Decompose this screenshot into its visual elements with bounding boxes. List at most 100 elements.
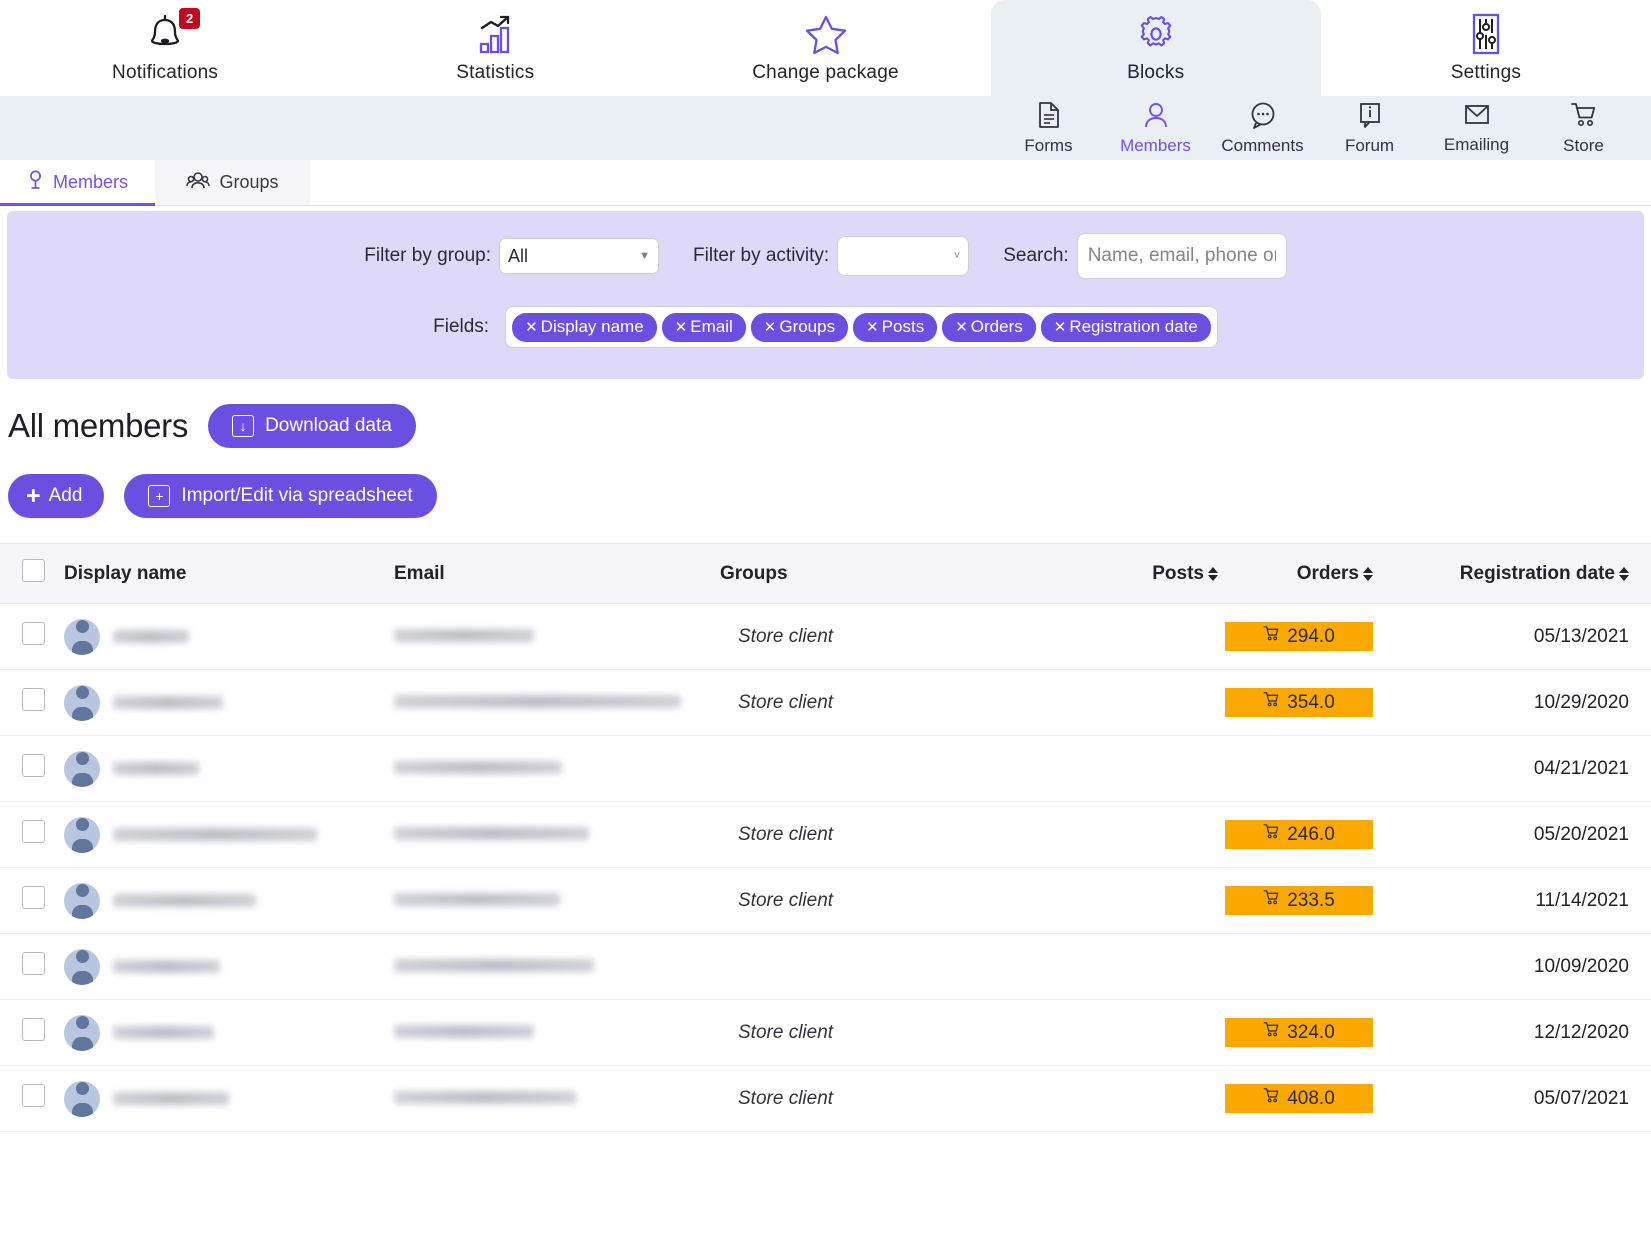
email-value bbox=[394, 1090, 576, 1104]
subnav-item-emailing[interactable]: Emailing bbox=[1423, 102, 1530, 155]
header-email[interactable]: Email bbox=[394, 543, 720, 604]
header-posts[interactable]: Posts bbox=[1090, 543, 1218, 604]
field-chip-groups[interactable]: ✕ Groups bbox=[750, 312, 849, 342]
cart-icon bbox=[1263, 625, 1280, 648]
header-registration-date[interactable]: Registration date bbox=[1373, 543, 1651, 604]
row-checkbox[interactable] bbox=[22, 754, 45, 777]
cell-orders bbox=[1218, 735, 1373, 802]
display-name-value bbox=[113, 828, 317, 841]
remove-chip-icon[interactable]: ✕ bbox=[866, 318, 879, 336]
subnav-item-forms[interactable]: Forms bbox=[995, 101, 1102, 156]
tab-groups[interactable]: Groups bbox=[155, 160, 310, 205]
row-checkbox[interactable] bbox=[22, 688, 45, 711]
row-checkbox[interactable] bbox=[22, 886, 45, 909]
cell-display-name bbox=[64, 867, 394, 934]
display-name-value bbox=[113, 960, 220, 973]
filter-by-group-select[interactable]: All ▼ bbox=[499, 238, 660, 274]
cell-groups: Store client bbox=[720, 1065, 1090, 1132]
download-data-button[interactable]: ↓ Download data bbox=[208, 404, 416, 448]
fields-label: Fields: bbox=[433, 316, 490, 337]
field-chip-posts[interactable]: ✕ Posts bbox=[853, 312, 938, 342]
cell-posts bbox=[1090, 933, 1218, 1000]
header-label: Posts bbox=[1152, 562, 1204, 584]
field-chip-email[interactable]: ✕ Email bbox=[661, 312, 746, 342]
field-chip-registration-date[interactable]: ✕ Registration date bbox=[1040, 312, 1211, 342]
row-checkbox[interactable] bbox=[22, 1084, 45, 1107]
topnav-item-statistics[interactable]: Statistics bbox=[330, 0, 660, 96]
add-button[interactable]: + Add bbox=[8, 474, 105, 518]
header-label: Groups bbox=[720, 562, 788, 584]
select-all-checkbox[interactable] bbox=[22, 559, 45, 582]
avatar bbox=[64, 882, 100, 919]
header-groups[interactable]: Groups bbox=[720, 543, 1090, 604]
remove-chip-icon[interactable]: ✕ bbox=[1054, 318, 1067, 336]
sort-arrows-icon[interactable] bbox=[1208, 566, 1218, 581]
sort-arrows-icon[interactable] bbox=[1619, 566, 1629, 581]
plus-icon: + bbox=[26, 481, 41, 510]
topnav-item-change-package[interactable]: Change package bbox=[660, 0, 990, 96]
remove-chip-icon[interactable]: ✕ bbox=[525, 318, 538, 336]
bell-icon: 2 bbox=[144, 8, 201, 56]
header-label: Registration date bbox=[1459, 562, 1615, 584]
table-row[interactable]: Store client 354.0 10/29/2020 bbox=[0, 669, 1651, 736]
subnav-label-emailing: Emailing bbox=[1443, 134, 1510, 154]
remove-chip-icon[interactable]: ✕ bbox=[675, 318, 688, 336]
search-input[interactable] bbox=[1076, 233, 1287, 279]
topnav-label-blocks: Blocks bbox=[1127, 62, 1185, 83]
row-checkbox[interactable] bbox=[22, 1018, 45, 1041]
subnav-item-comments[interactable]: Comments bbox=[1209, 101, 1316, 156]
cell-orders bbox=[1218, 933, 1373, 1000]
table-row[interactable]: 04/21/2021 bbox=[0, 735, 1651, 802]
cell-registration-date: 11/14/2021 bbox=[1373, 867, 1651, 934]
order-total-value: 354.0 bbox=[1287, 691, 1335, 713]
subnav-item-forum[interactable]: Forum bbox=[1316, 101, 1423, 156]
row-checkbox[interactable] bbox=[22, 952, 45, 975]
cell-groups: Store client bbox=[720, 999, 1090, 1066]
row-checkbox[interactable] bbox=[22, 820, 45, 843]
filter-by-activity-select[interactable]: ˅ bbox=[837, 236, 970, 276]
cell-display-name bbox=[64, 933, 394, 1000]
header-orders[interactable]: Orders bbox=[1218, 543, 1373, 604]
subnav-item-store[interactable]: Store bbox=[1530, 101, 1637, 156]
topnav-item-settings[interactable]: Settings bbox=[1321, 0, 1651, 96]
table-row[interactable]: 10/09/2020 bbox=[0, 933, 1651, 1000]
cell-orders: 294.0 bbox=[1218, 603, 1373, 670]
section-header: All members ↓ Download data bbox=[0, 379, 1651, 448]
table-row[interactable]: Store client 324.0 12/12/2020 bbox=[0, 999, 1651, 1066]
import-edit-spreadsheet-button[interactable]: + Import/Edit via spreadsheet bbox=[124, 474, 437, 518]
table-row[interactable]: Store client 246.0 05/20/2021 bbox=[0, 801, 1651, 868]
sort-arrows-icon[interactable] bbox=[1363, 566, 1373, 581]
topnav-item-blocks[interactable]: Blocks bbox=[990, 0, 1321, 96]
remove-chip-icon[interactable]: ✕ bbox=[955, 318, 968, 336]
header-display-name[interactable]: Display name bbox=[64, 543, 394, 604]
cell-email bbox=[394, 801, 720, 868]
subnav-label-comments: Comments bbox=[1221, 135, 1304, 155]
order-total-badge: 354.0 bbox=[1225, 688, 1373, 717]
avatar bbox=[64, 684, 100, 721]
table-row[interactable]: Store client 408.0 05/07/2021 bbox=[0, 1065, 1651, 1132]
order-total-value: 246.0 bbox=[1287, 823, 1335, 845]
field-chip-orders[interactable]: ✕ Orders bbox=[942, 312, 1036, 342]
table-row[interactable]: Store client 233.5 11/14/2021 bbox=[0, 867, 1651, 934]
cell-groups: Store client bbox=[720, 603, 1090, 670]
subnav-item-members[interactable]: Members bbox=[1102, 101, 1209, 156]
row-checkbox[interactable] bbox=[22, 622, 45, 645]
cell-display-name bbox=[64, 669, 394, 736]
order-total-badge: 408.0 bbox=[1225, 1084, 1373, 1113]
tab-members[interactable]: Members bbox=[0, 160, 155, 206]
header-label: Display name bbox=[64, 562, 187, 584]
cell-groups: Store client bbox=[720, 801, 1090, 868]
select-all-header bbox=[0, 543, 64, 604]
topnav-item-notifications[interactable]: 2 Notifications bbox=[0, 0, 330, 96]
cell-groups bbox=[720, 735, 1090, 802]
cell-email bbox=[394, 1065, 720, 1132]
field-chip-display-name[interactable]: ✕ Display name bbox=[512, 312, 657, 342]
table-row[interactable]: Store client 294.0 05/13/2021 bbox=[0, 603, 1651, 670]
remove-chip-icon[interactable]: ✕ bbox=[764, 318, 777, 336]
cell-email bbox=[394, 603, 720, 670]
email-value bbox=[394, 958, 594, 972]
cell-posts bbox=[1090, 867, 1218, 934]
order-total-badge: 246.0 bbox=[1225, 820, 1373, 849]
order-total-value: 294.0 bbox=[1287, 625, 1335, 647]
email-value bbox=[394, 628, 534, 642]
